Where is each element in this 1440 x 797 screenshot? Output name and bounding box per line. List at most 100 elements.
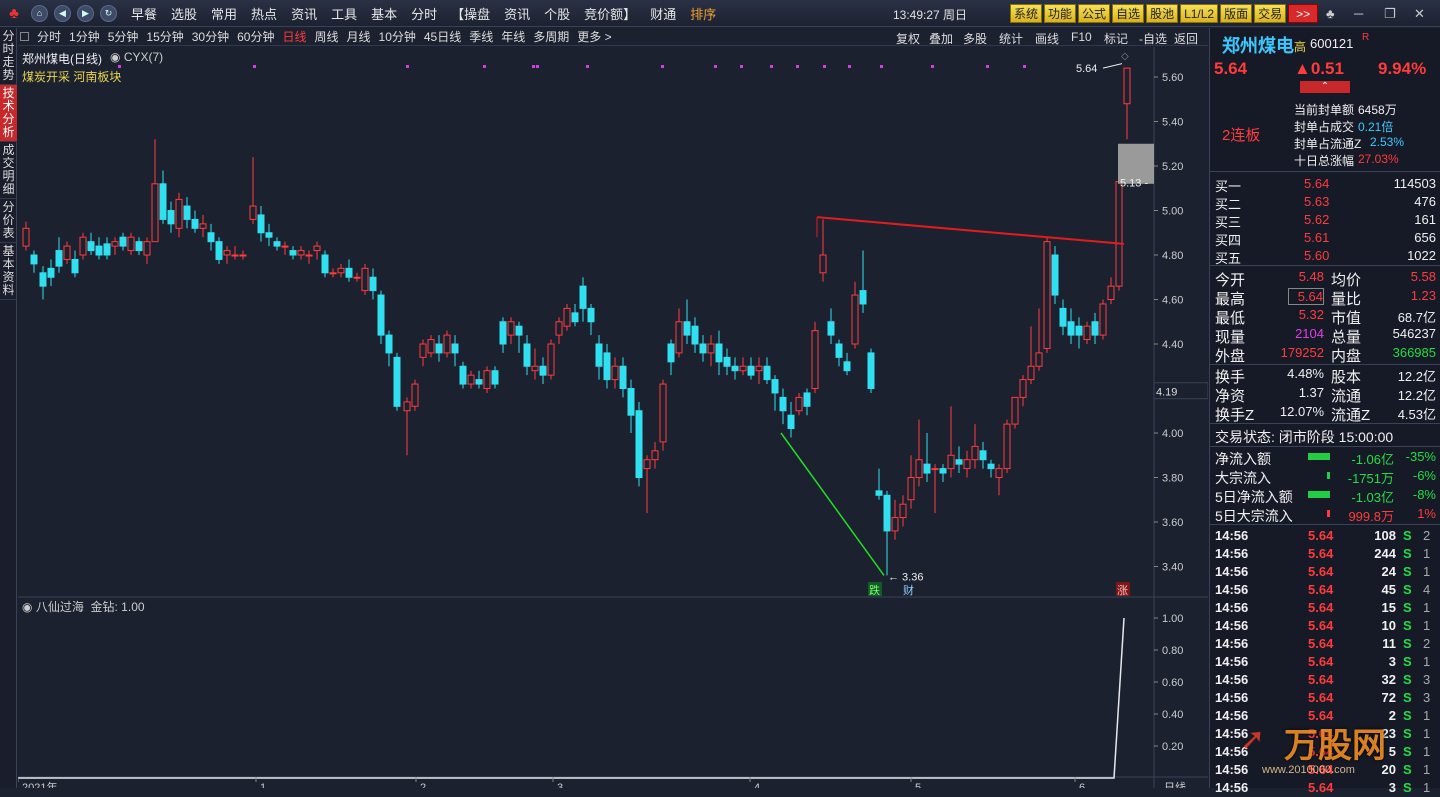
function-button[interactable]: 公式 — [1078, 4, 1111, 23]
sub-indicator-label[interactable]: ◉ 八仙过海 金钻: 1.00 — [22, 598, 145, 615]
function-button[interactable]: 版面 — [1220, 4, 1253, 23]
candle[interactable] — [1003, 419, 1011, 474]
period-tab[interactable]: 15分钟 — [146, 28, 183, 45]
candle[interactable] — [1051, 246, 1059, 304]
period-tab[interactable]: 周线 — [314, 28, 338, 45]
close-icon[interactable]: ✕ — [1414, 6, 1425, 22]
top-menu-item[interactable]: 热点 — [251, 4, 277, 23]
bull-logo-icon[interactable]: ♣ — [3, 2, 25, 24]
bid-row[interactable]: 买五 5.60 1022 — [1210, 247, 1440, 266]
function-button[interactable]: 系统 — [1010, 4, 1043, 23]
period-tab[interactable]: 60分钟 — [237, 28, 274, 45]
period-tab[interactable]: 30分钟 — [192, 28, 229, 45]
left-tab[interactable]: 成交明细 — [0, 142, 17, 199]
chart-tool-button[interactable]: F10 — [1071, 30, 1092, 44]
bid-row[interactable]: 买四 5.61 656 — [1210, 229, 1440, 248]
top-menu-item[interactable]: 财通 — [650, 4, 676, 23]
candle[interactable] — [1115, 181, 1123, 291]
home-icon[interactable]: ⌂ — [31, 4, 48, 22]
tick-count: 1 — [1423, 564, 1431, 579]
candle[interactable] — [811, 321, 819, 393]
top-menu-item[interactable]: 资讯 — [291, 4, 317, 23]
tick-row: 14:56 5.64 15 S 1 — [1210, 599, 1440, 617]
x-tick-label: 2 — [420, 782, 426, 788]
period-tab[interactable]: 日线 — [282, 28, 306, 45]
bid-row[interactable]: 买一 5.64 114503 — [1210, 175, 1440, 194]
top-menu-item[interactable]: 常用 — [211, 4, 237, 23]
top-menu-item[interactable]: 早餐 — [131, 4, 157, 23]
period-tab[interactable]: 多周期 — [533, 28, 569, 45]
candle[interactable] — [547, 339, 555, 380]
period-tab[interactable]: 5分钟 — [108, 28, 139, 45]
chart-tool-button[interactable]: 标记 — [1104, 30, 1128, 47]
candle[interactable] — [483, 366, 491, 393]
function-button[interactable]: 自选 — [1112, 4, 1145, 23]
left-tab[interactable]: 技术分析 — [0, 85, 17, 142]
candle[interactable] — [393, 352, 401, 411]
candle[interactable] — [563, 303, 571, 331]
flow-row: 净流入额 -1.06亿 -35% — [1210, 448, 1440, 467]
maximize-icon[interactable]: ❐ — [1384, 6, 1396, 22]
chart-tool-button[interactable]: 画线 — [1035, 30, 1059, 47]
period-tab[interactable]: 10分钟 — [379, 28, 416, 45]
top-menu-item[interactable]: 分时 — [411, 4, 437, 23]
candle[interactable] — [1099, 299, 1107, 340]
minimize-icon[interactable]: ─ — [1354, 6, 1363, 21]
candle[interactable] — [215, 237, 223, 264]
top-menu-item[interactable]: 工具 — [331, 4, 357, 23]
left-tab[interactable]: 分价表 — [0, 199, 17, 243]
kline-chart[interactable]: 5.605.405.205.004.804.604.404.204.003.80… — [18, 47, 1208, 788]
top-menu-item[interactable]: 个股 — [544, 4, 570, 23]
period-tab[interactable]: 1分钟 — [69, 28, 100, 45]
refresh-icon[interactable]: ↻ — [100, 4, 117, 22]
bid-price: 5.62 — [1304, 212, 1330, 227]
bull-small-icon[interactable]: ♣ — [1326, 6, 1335, 21]
candle[interactable] — [1011, 396, 1019, 429]
candle[interactable] — [443, 330, 451, 358]
period-tab[interactable]: 月线 — [347, 28, 371, 45]
forward-icon[interactable]: ▶ — [77, 4, 94, 22]
function-button[interactable]: 功能 — [1044, 4, 1077, 23]
top-menu-item[interactable]: 资讯 — [504, 4, 530, 23]
period-tab[interactable]: 分时 — [37, 28, 61, 45]
cai-marker-text[interactable]: 财 — [903, 583, 914, 597]
chart-tool-button[interactable]: 复权 — [896, 30, 920, 47]
function-button[interactable]: L1/L2 — [1180, 4, 1219, 23]
period-tab[interactable]: 45日线 — [424, 28, 461, 45]
indicator-label[interactable]: ◉ CYX(7) — [110, 50, 163, 64]
chart-tool-button[interactable]: 返回 — [1174, 30, 1198, 47]
sub-indicator-name: 八仙过海 — [35, 600, 84, 614]
top-menu-item[interactable]: 排序 — [690, 4, 716, 23]
toggle-square-icon[interactable] — [20, 32, 29, 41]
candle[interactable] — [411, 379, 419, 411]
candle[interactable] — [635, 401, 643, 487]
top-menu-item[interactable]: 竞价额】 — [584, 4, 636, 23]
candle[interactable] — [79, 232, 87, 260]
chart-tool-button[interactable]: 多股 — [963, 30, 987, 47]
candle[interactable] — [659, 379, 667, 451]
bid-row[interactable]: 买二 5.63 476 — [1210, 193, 1440, 212]
chart-tool-button[interactable]: 叠加 — [929, 30, 953, 47]
period-tab[interactable]: 更多 > — [577, 28, 611, 45]
back-icon[interactable]: ◀ — [54, 4, 71, 22]
top-menu-item[interactable]: 选股 — [171, 4, 197, 23]
bid-row[interactable]: 买三 5.62 161 — [1210, 211, 1440, 230]
top-menu-item[interactable]: 【操盘 — [451, 4, 490, 23]
chart-tool-button[interactable]: -自选 — [1139, 30, 1167, 47]
collapse-arrow-icon[interactable]: ⌃ — [1300, 81, 1350, 93]
sector-tags[interactable]: 煤炭开采 河南板块 — [22, 68, 121, 85]
period-tab[interactable]: 年线 — [501, 28, 525, 45]
top-menu-item[interactable]: 基本 — [371, 4, 397, 23]
candle[interactable] — [459, 361, 467, 389]
chart-tool-button[interactable]: 统计 — [999, 30, 1023, 47]
candle[interactable] — [1043, 237, 1051, 353]
left-tab[interactable]: 分时走势 — [0, 28, 17, 85]
more-button[interactable]: >> — [1288, 4, 1319, 23]
candle[interactable] — [867, 348, 875, 393]
candle[interactable] — [361, 263, 369, 296]
function-button[interactable]: 股池 — [1146, 4, 1179, 23]
period-tab[interactable]: 季线 — [469, 28, 493, 45]
candle[interactable] — [321, 250, 329, 278]
left-tab[interactable]: 基本资料 — [0, 243, 17, 300]
function-button[interactable]: 交易 — [1254, 4, 1287, 23]
